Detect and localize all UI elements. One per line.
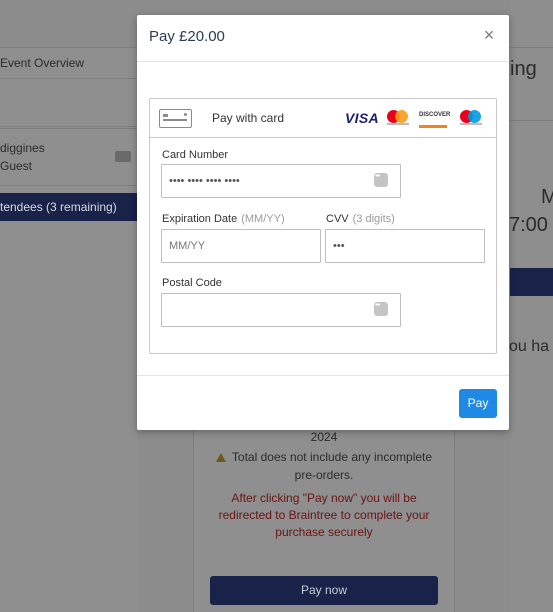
card-form-header: Pay with card VISA DISCOVER [150, 99, 496, 138]
card-number-label: Card Number [162, 149, 229, 161]
modal-footer-divider [137, 375, 509, 376]
cvv-value: ••• [333, 240, 345, 252]
modal-header: Pay £20.00 × [137, 15, 509, 62]
ticket-icon [115, 151, 131, 162]
pay-button[interactable]: Pay [459, 389, 497, 418]
nav-item-event-overview: Event Overview [0, 47, 137, 79]
divider [510, 47, 553, 48]
nav-item-attendees: tendees (3 remaining) [0, 193, 137, 221]
right-panel [510, 0, 553, 612]
cvv-label: CVV (3 digits) [326, 213, 395, 225]
credit-card-icon [159, 109, 192, 128]
preorder-warning-text: Total does not include any incomplete pr… [231, 450, 433, 482]
guest-row: diggines Guest [0, 128, 137, 186]
you-fragment: ou ha [509, 338, 550, 355]
guest-name: diggines [0, 141, 45, 155]
m-fragment: M [541, 186, 553, 208]
cvv-label-text: CVV [326, 213, 349, 225]
postal-code-field[interactable] [161, 293, 401, 327]
maestro-logo-icon [460, 110, 482, 127]
postal-code-label: Postal Code [162, 277, 222, 289]
expiration-placeholder: MM/YY [169, 240, 206, 252]
redirect-notice: After clicking "Pay now" you will be red… [218, 491, 430, 539]
guest-type: Guest [0, 159, 33, 173]
mastercard-logo-icon [387, 110, 409, 127]
expiration-field[interactable]: MM/YY [161, 229, 321, 263]
visa-logo-icon: VISA [345, 110, 379, 126]
time-fragment: 7:00 [509, 214, 548, 236]
heading-fragment: ing [510, 58, 537, 80]
card-number-value: •••• •••• •••• •••• [169, 175, 240, 187]
expiration-hint: (MM/YY) [241, 213, 285, 225]
order-summary-panel: 2024 Total does not include any incomple… [193, 430, 455, 612]
modal-title: Pay £20.00 [149, 28, 225, 45]
card-autofill-icon [374, 173, 388, 187]
cvv-hint: (3 digits) [352, 213, 395, 225]
divider [510, 120, 553, 121]
pay-with-card-label: Pay with card [212, 111, 285, 125]
nav-spacer [0, 78, 137, 127]
card-form: Pay with card VISA DISCOVER Card Number … [149, 98, 497, 354]
warning-icon [215, 453, 226, 462]
date-year: 2024 [310, 430, 338, 444]
pay-now-button: Pay now [210, 576, 438, 605]
close-icon[interactable]: × [479, 25, 499, 45]
expiration-label-text: Expiration Date [162, 213, 238, 225]
expiration-label: Expiration Date (MM/YY) [162, 213, 285, 225]
payment-modal: Pay £20.00 × Pay with card VISA DISCOVER… [137, 15, 509, 430]
cvv-field[interactable]: ••• [325, 229, 485, 263]
postal-autofill-icon [374, 302, 388, 316]
card-number-field[interactable]: •••• •••• •••• •••• [161, 164, 401, 198]
preorder-warning: Total does not include any incomplete pr… [208, 448, 440, 484]
right-action-bar [510, 268, 553, 296]
discover-logo-icon: DISCOVER [419, 111, 450, 128]
